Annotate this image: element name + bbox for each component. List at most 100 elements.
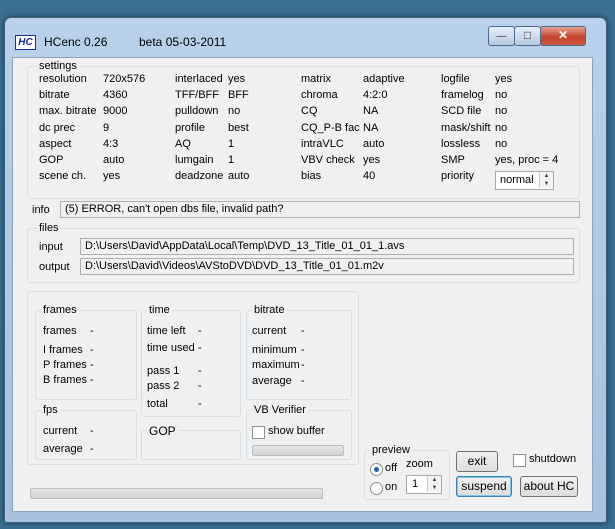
time-label: time — [147, 304, 172, 316]
bitrate-item-value: - — [301, 325, 305, 337]
frames-item-value: - — [90, 374, 94, 386]
setting-value: auto — [363, 137, 385, 150]
setting-value: 4:3 — [103, 137, 119, 150]
setting-label: pulldown — [175, 105, 219, 118]
files-label: files — [37, 222, 61, 234]
setting-value: NA — [363, 121, 379, 134]
suspend-button[interactable]: suspend — [456, 476, 512, 497]
setting-value: 40 — [363, 170, 376, 183]
shutdown-label: shutdown — [529, 453, 577, 465]
zoom-down-icon[interactable]: ▼ — [427, 484, 441, 492]
input-path-field[interactable]: D:\Users\David\AppData\Local\Temp\DVD_13… — [80, 238, 574, 255]
setting-value: yes — [363, 154, 381, 166]
zoom-label: zoom — [406, 458, 433, 470]
setting-value: yes, proc = 4 — [495, 154, 559, 166]
minimize-button[interactable]: — — [488, 26, 515, 46]
zoom-stepper[interactable]: 1 ▲ ▼ — [406, 475, 442, 494]
preview-on-radio[interactable] — [370, 482, 383, 495]
setting-value: 4360 — [103, 89, 128, 102]
setting-label: aspect — [39, 137, 72, 150]
time-item-value: - — [198, 325, 202, 337]
window-title: HCenc 0.26 — [44, 35, 108, 49]
time-item-label: time left — [147, 325, 186, 337]
spin-up-icon[interactable]: ▲ — [539, 172, 553, 180]
preview-on-label: on — [385, 481, 398, 493]
bitrate-item-value: - — [301, 344, 305, 356]
spin-down-icon[interactable]: ▼ — [539, 180, 553, 188]
time-item-value: - — [198, 342, 202, 354]
frames-item-label: B frames — [43, 374, 88, 386]
output-label: output — [39, 261, 70, 273]
setting-label: deadzone — [175, 170, 224, 183]
show-buffer-checkbox[interactable] — [252, 426, 265, 439]
time-item-label: time used — [147, 342, 195, 354]
time-item-label: total — [147, 398, 168, 410]
setting-label: dc prec — [39, 121, 76, 134]
output-path-field[interactable]: D:\Users\David\Videos\AVStoDVD\DVD_13_Ti… — [80, 258, 574, 275]
setting-value: auto — [228, 170, 250, 183]
setting-label: max. bitrate — [39, 105, 97, 118]
bitrate-item-label: maximum — [252, 359, 300, 371]
time-item-label: pass 2 — [147, 380, 180, 392]
setting-label: priority — [441, 170, 475, 183]
about-button[interactable]: about HC — [520, 476, 578, 497]
shutdown-checkbox[interactable] — [513, 454, 526, 467]
setting-value: no — [495, 105, 508, 118]
setting-value: no — [495, 89, 508, 102]
fps-item-label: average — [43, 443, 83, 455]
info-message: (5) ERROR, can't open dbs file, invalid … — [60, 201, 580, 218]
setting-label: lumgain — [175, 154, 214, 166]
close-button[interactable]: ✕ — [540, 26, 586, 46]
setting-label: bias — [301, 170, 322, 183]
setting-label: GOP — [39, 154, 64, 166]
setting-label: CQ — [301, 105, 318, 118]
setting-value: best — [228, 121, 249, 134]
bitrate-item-value: - — [301, 359, 305, 371]
close-icon: ✕ — [557, 28, 569, 42]
setting-value: yes — [228, 73, 246, 85]
encode-progress-bar — [30, 488, 323, 499]
setting-label: mask/shift — [441, 121, 491, 134]
setting-value: yes — [495, 73, 513, 85]
setting-value: no — [495, 121, 508, 134]
setting-label: logfile — [441, 73, 470, 85]
setting-value: no — [228, 105, 241, 118]
client-area: settings resolution 720x576 interlaced yes m… — [12, 57, 593, 512]
setting-value: 9000 — [103, 105, 128, 118]
info-label: info — [32, 204, 50, 216]
setting-value: NA — [363, 105, 379, 118]
frames-item-label: I frames — [43, 344, 83, 356]
zoom-value: 1 — [412, 478, 419, 490]
setting-label: profile — [175, 121, 205, 134]
setting-value: no — [495, 137, 508, 150]
show-buffer-label: show buffer — [268, 425, 325, 437]
setting-label: matrix — [301, 73, 331, 85]
priority-select[interactable]: normal ▲ ▼ — [495, 171, 554, 190]
setting-value: auto — [103, 154, 125, 166]
setting-label: chroma — [301, 89, 338, 102]
setting-label: framelog — [441, 89, 484, 102]
zoom-up-icon[interactable]: ▲ — [427, 476, 441, 484]
exit-button[interactable]: exit — [456, 451, 498, 472]
time-item-value: - — [198, 380, 202, 392]
setting-label: TFF/BFF — [175, 89, 219, 102]
frames-item-value: - — [90, 325, 94, 337]
setting-label: interlaced — [175, 73, 223, 85]
bitrate-label: bitrate — [252, 304, 287, 316]
setting-label: intraVLC — [301, 137, 344, 150]
maximize-button[interactable]: □ — [514, 26, 541, 46]
bitrate-item-label: minimum — [252, 344, 297, 356]
setting-label: lossless — [441, 137, 481, 150]
preview-label: preview — [370, 444, 412, 456]
fps-item-value: - — [90, 443, 94, 455]
minimize-icon: — — [496, 31, 507, 42]
fps-item-label: current — [43, 425, 78, 437]
setting-label: resolution — [39, 73, 87, 85]
preview-off-label: off — [385, 462, 398, 474]
setting-value: BFF — [228, 89, 249, 102]
preview-off-radio[interactable] — [370, 463, 383, 476]
bitrate-item-label: average — [252, 375, 292, 387]
setting-value: 4:2:0 — [363, 89, 388, 102]
fps-item-value: - — [90, 425, 94, 437]
setting-label: SCD file — [441, 105, 482, 118]
